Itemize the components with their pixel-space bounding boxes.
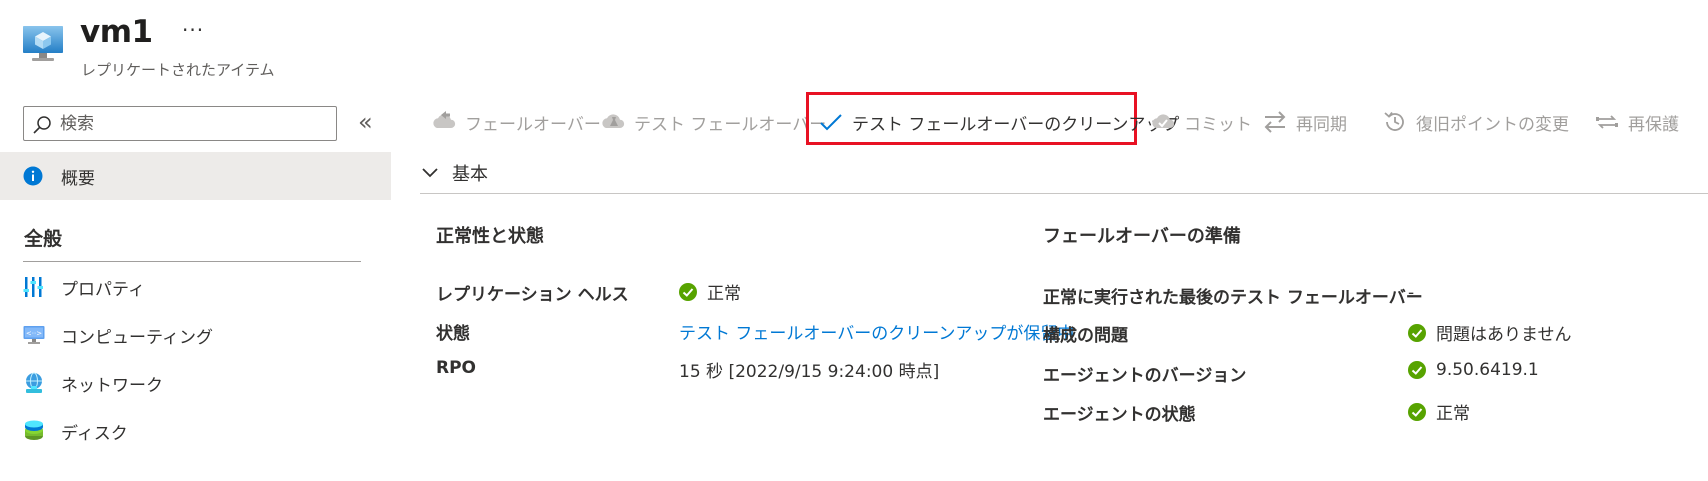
cloud-commit-icon	[1152, 114, 1175, 128]
collapse-sidebar-button[interactable]: «	[358, 108, 373, 136]
health-status-heading: 正常性と状態	[436, 226, 544, 247]
chevron-down-icon	[422, 168, 438, 178]
commit-button[interactable]: コミット	[1150, 106, 1252, 138]
network-icon	[26, 372, 42, 393]
disk-icon	[25, 420, 43, 440]
rpo-value: 15 秒 [2022/9/15 9:24:00 時点]	[679, 362, 940, 382]
reprotect-button[interactable]: 再保護	[1594, 106, 1679, 138]
virtual-machine-icon	[23, 26, 63, 61]
cloud-test-failover-icon	[602, 114, 625, 128]
essentials-label: 基本	[452, 164, 488, 185]
section-divider	[23, 261, 361, 262]
search-icon	[33, 116, 51, 134]
agent-version-text: 9.50.6419.1	[1436, 360, 1539, 380]
reprotect-icon	[1596, 115, 1618, 129]
config-issues-text: 問題はありません	[1436, 325, 1572, 345]
success-check-icon	[1408, 361, 1426, 379]
info-icon	[23, 166, 43, 186]
sidebar-item-label: プロパティ	[61, 280, 145, 300]
agent-status-text: 正常	[1436, 404, 1470, 424]
test-failover-label: テスト フェールオーバー	[634, 114, 827, 135]
status-label: 状態	[436, 324, 470, 344]
sidebar-item-overview[interactable]: 概要	[0, 152, 391, 200]
failover-button[interactable]: フェールオーバー	[431, 106, 601, 138]
reprotect-label: 再保護	[1628, 114, 1679, 135]
page-subtitle: レプリケートされたアイテム	[81, 61, 275, 79]
cloud-failover-icon	[433, 111, 456, 128]
agent-version-value: 9.50.6419.1	[1408, 360, 1539, 380]
essentials-divider	[420, 193, 1708, 194]
properties-icon	[23, 277, 43, 297]
test-failover-cleanup-label: テスト フェールオーバーのクリーンアップ	[852, 114, 1180, 135]
search-input[interactable]	[60, 111, 328, 137]
success-check-icon	[679, 282, 697, 301]
failover-readiness-heading: フェールオーバーの準備	[1043, 226, 1241, 247]
page-title: vm1	[80, 14, 153, 50]
history-icon	[1384, 111, 1404, 131]
sidebar-item-label: ネットワーク	[61, 376, 163, 396]
sidebar-item-label: ディスク	[61, 424, 128, 444]
last-test-failover-value: -	[1408, 283, 1415, 303]
checkmark-icon	[820, 114, 842, 131]
sidebar-item-network[interactable]: ネットワーク	[0, 362, 391, 402]
resync-button[interactable]: 再同期	[1262, 106, 1347, 138]
rpo-label: RPO	[436, 358, 477, 378]
section-heading-general: 全般	[24, 228, 63, 250]
essentials-toggle[interactable]: 基本	[420, 160, 488, 186]
test-failover-button[interactable]: テスト フェールオーバー	[600, 106, 826, 138]
sidebar-item-label: 概要	[61, 169, 95, 189]
change-recovery-point-label: 復旧ポイントの変更	[1416, 114, 1569, 135]
agent-status-label: エージェントの状態	[1043, 405, 1196, 425]
success-check-icon	[1408, 323, 1426, 342]
test-failover-cleanup-button[interactable]: テスト フェールオーバーのクリーンアップ	[818, 106, 1179, 138]
search-box[interactable]	[23, 106, 337, 141]
change-recovery-point-button[interactable]: 復旧ポイントの変更	[1382, 106, 1569, 138]
sidebar-item-properties[interactable]: プロパティ	[0, 266, 391, 306]
last-test-failover-label: 正常に実行された最後のテスト フェールオーバー	[1043, 288, 1423, 308]
replication-health-text: 正常	[707, 284, 741, 304]
more-options-button[interactable]: ···	[182, 18, 204, 42]
replication-health-value: 正常	[679, 279, 741, 304]
replication-health-label: レプリケーション ヘルス	[436, 285, 629, 305]
agent-version-label: エージェントのバージョン	[1043, 366, 1247, 386]
svg-text:<··>: <··>	[26, 330, 42, 338]
sidebar-item-disk[interactable]: ディスク	[0, 410, 391, 450]
sidebar-item-compute[interactable]: <··> コンピューティング	[0, 314, 391, 354]
resync-icon	[1264, 111, 1286, 133]
commit-label: コミット	[1184, 114, 1252, 135]
status-link[interactable]: テスト フェールオーバーのクリーンアップが保留中	[679, 319, 1074, 344]
resync-label: 再同期	[1296, 114, 1347, 135]
agent-status-value: 正常	[1408, 399, 1470, 424]
config-issues-label: 構成の問題	[1043, 326, 1128, 346]
success-check-icon	[1408, 402, 1426, 421]
compute-icon: <··>	[23, 326, 45, 344]
failover-label: フェールオーバー	[465, 114, 601, 135]
sidebar-item-label: コンピューティング	[61, 328, 213, 348]
config-issues-value: 問題はありません	[1408, 320, 1572, 345]
